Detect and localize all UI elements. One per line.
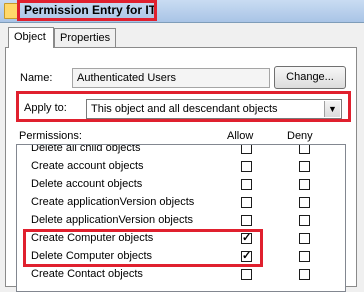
permission-label: Delete all child objects [31, 144, 141, 154]
permission-label: Delete applicationVersion objects [31, 214, 194, 226]
deny-checkbox[interactable] [299, 269, 310, 280]
permission-label: Create account objects [31, 160, 144, 172]
allow-checkbox[interactable] [241, 269, 252, 280]
deny-checkbox[interactable] [299, 179, 310, 190]
name-label: Name: [20, 72, 53, 84]
allow-checkbox[interactable] [241, 197, 252, 208]
tab-object[interactable]: Object [8, 27, 54, 48]
apply-to-highlight [16, 91, 351, 122]
permission-row: Delete all child objects [17, 144, 345, 158]
tab-properties[interactable]: Properties [54, 28, 116, 47]
folder-icon [4, 3, 18, 19]
deny-checkbox[interactable] [299, 145, 310, 154]
permission-row: Delete account objects [17, 176, 345, 194]
permission-row: Create applicationVersion objects [17, 194, 345, 212]
change-button[interactable]: Change... [274, 66, 346, 89]
allow-checkbox[interactable] [241, 161, 252, 172]
allow-checkbox[interactable] [241, 215, 252, 226]
permission-row: Create account objects [17, 158, 345, 176]
deny-checkbox[interactable] [299, 233, 310, 244]
computer-objects-highlight [23, 229, 263, 267]
permission-label: Create applicationVersion objects [31, 196, 195, 208]
allow-checkbox[interactable] [241, 179, 252, 190]
permission-label: Create Contact objects [31, 268, 143, 280]
permissions-list: Delete all child objects Create account … [16, 144, 346, 292]
permission-row: Delete applicationVersion objects [17, 212, 345, 230]
permission-label: Delete account objects [31, 178, 143, 190]
deny-checkbox[interactable] [299, 251, 310, 262]
deny-checkbox[interactable] [299, 215, 310, 226]
permissions-label: Permissions: [19, 130, 82, 142]
deny-header: Deny [287, 130, 313, 142]
deny-checkbox[interactable] [299, 197, 310, 208]
permission-row: Create Contact objects [17, 266, 345, 284]
deny-checkbox[interactable] [299, 161, 310, 172]
allow-checkbox[interactable] [241, 145, 252, 154]
allow-header: Allow [227, 130, 254, 142]
name-field: Authenticated Users [72, 68, 270, 88]
title-highlight [17, 0, 157, 21]
